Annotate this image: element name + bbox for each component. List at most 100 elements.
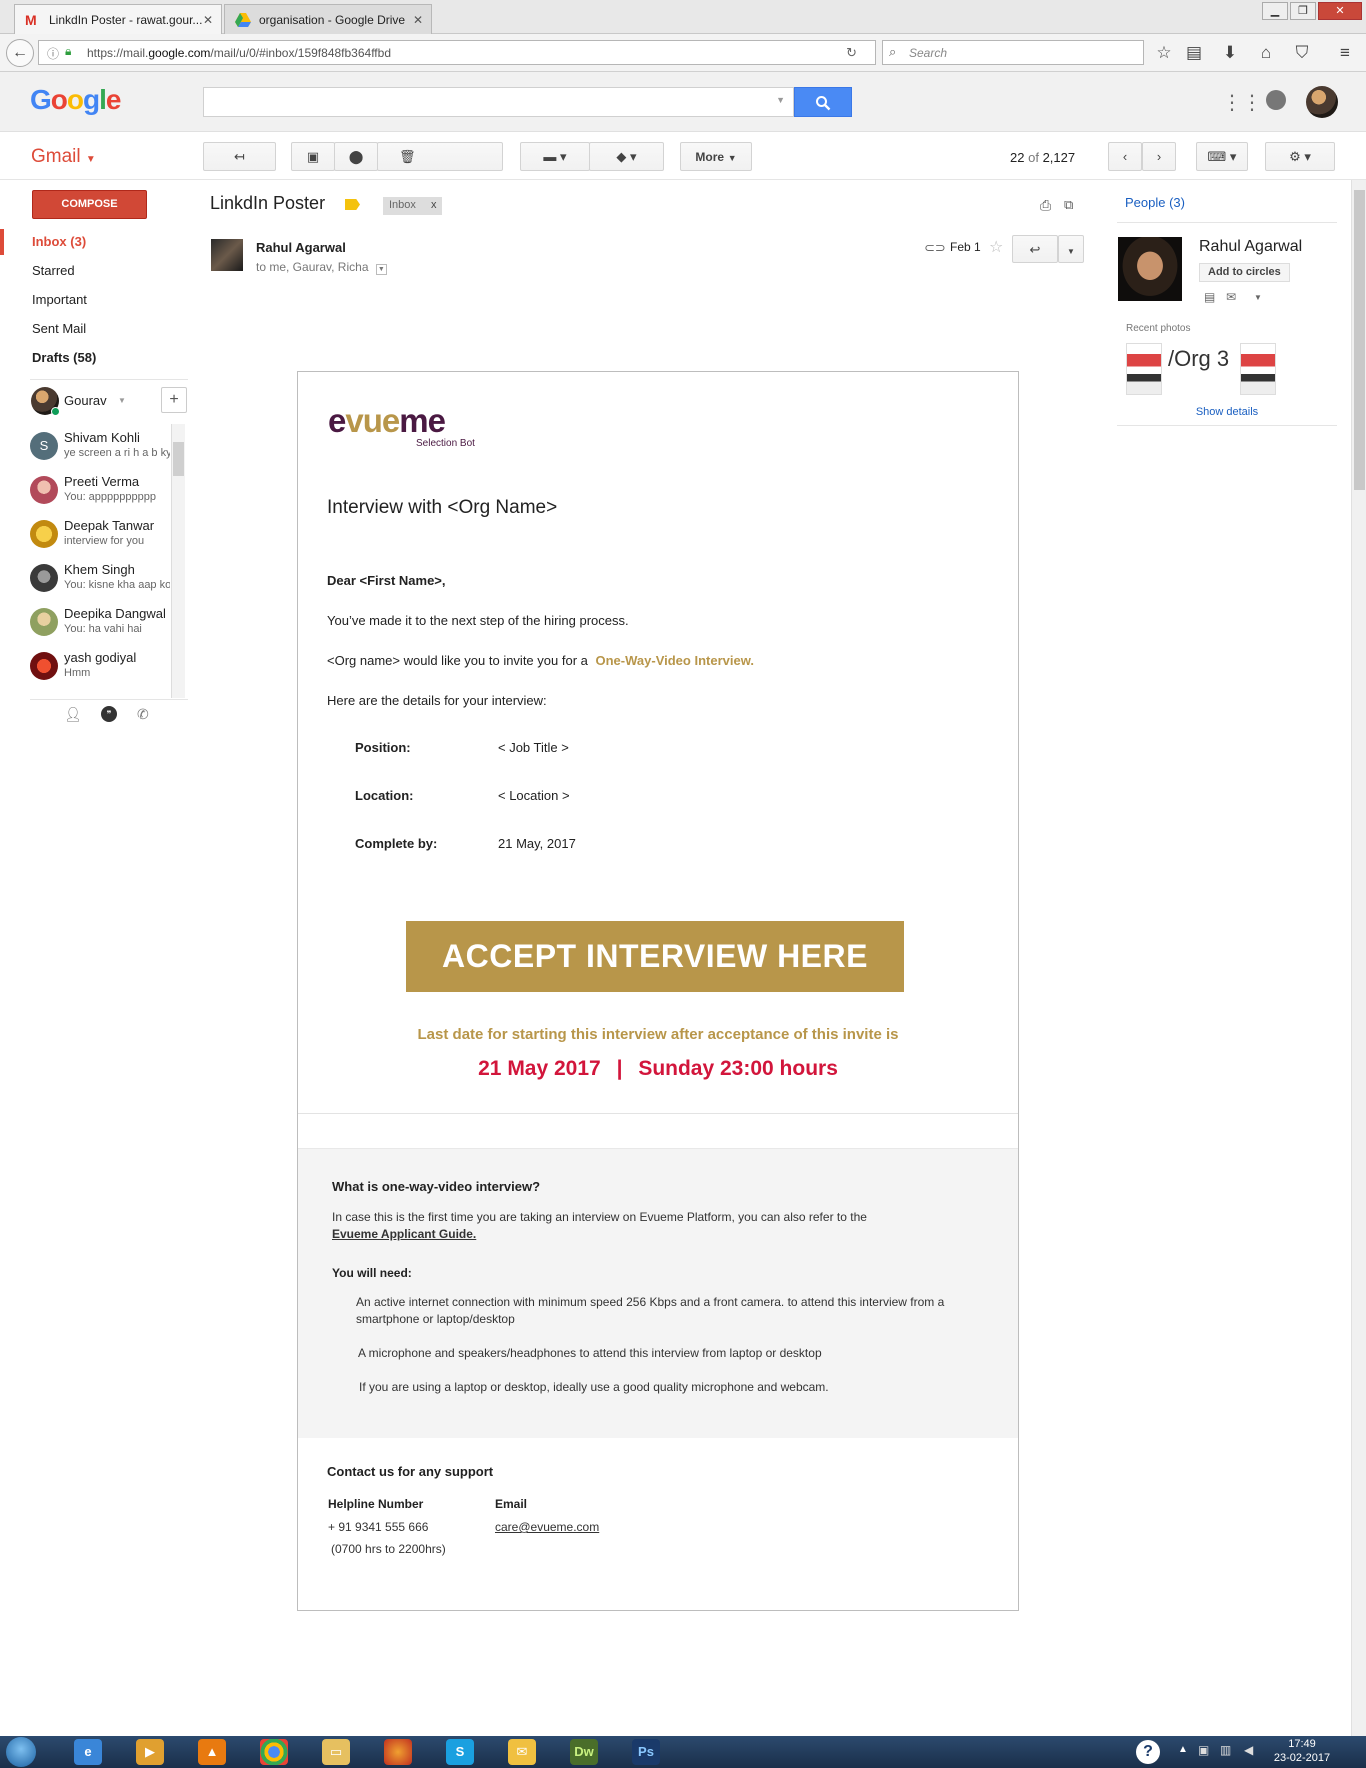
star-icon[interactable]: ☆	[989, 237, 1003, 257]
volume-icon[interactable]: ◀	[1244, 1743, 1253, 1757]
sender-avatar[interactable]	[211, 239, 243, 271]
contact-photo[interactable]	[1118, 237, 1182, 301]
recent-photo[interactable]	[1126, 343, 1162, 395]
newer-button[interactable]: ‹	[1108, 142, 1142, 171]
firefox-icon[interactable]	[384, 1739, 412, 1765]
pocket-icon[interactable]: ⛉	[1291, 43, 1313, 63]
nav-sent-mail[interactable]: Sent Mail	[32, 321, 86, 336]
phone-icon[interactable]: ✆	[137, 706, 149, 723]
tray-icon[interactable]: ▣	[1198, 1743, 1209, 1757]
photoshop-icon[interactable]: Ps	[632, 1739, 660, 1765]
downloads-icon[interactable]: ⬇	[1219, 43, 1241, 63]
print-icon[interactable]: ⎙	[1040, 197, 1051, 214]
remove-label-icon[interactable]: x	[431, 199, 437, 211]
nav-inbox[interactable]: Inbox (3)	[32, 234, 86, 249]
people-header[interactable]: People (3)	[1125, 195, 1185, 210]
google-logo[interactable]: Google	[30, 84, 121, 116]
menu-icon[interactable]: ≡	[1334, 43, 1356, 63]
add-to-circles-button[interactable]: Add to circles	[1199, 263, 1290, 282]
vlc-icon[interactable]: ▲	[198, 1739, 226, 1765]
info-icon[interactable]: ⓘ	[47, 45, 59, 62]
reload-icon[interactable]: ↻	[846, 45, 857, 61]
tab-drive[interactable]: organisation - Google Drive ✕	[224, 4, 432, 34]
scroll-thumb[interactable]	[173, 442, 184, 476]
network-icon[interactable]: ▥	[1220, 1743, 1231, 1757]
help-icon[interactable]: ?	[1136, 1740, 1160, 1764]
nav-important[interactable]: Important	[32, 292, 87, 307]
tab-gmail[interactable]: M LinkdIn Poster - rawat.gour... ✕	[14, 4, 222, 34]
apps-grid-icon[interactable]: ⋮⋮	[1222, 90, 1262, 115]
recent-photo[interactable]	[1240, 343, 1276, 395]
notifications-icon[interactable]	[1266, 90, 1286, 110]
reading-list-icon[interactable]: ▤	[1183, 43, 1205, 63]
compose-button[interactable]: COMPOSE	[32, 190, 147, 219]
start-button[interactable]	[6, 1737, 36, 1767]
input-tools-button[interactable]: ⌨ ▾	[1196, 142, 1248, 171]
close-window-icon[interactable]: ✕	[1318, 2, 1362, 20]
minimize-icon[interactable]: ▁	[1262, 2, 1288, 20]
show-hidden-icons-icon[interactable]: ▲	[1178, 1744, 1188, 1755]
list-item[interactable]: Preeti Verma You: apppppppppp	[30, 472, 170, 512]
close-tab-icon[interactable]: ✕	[203, 13, 213, 27]
url-bar[interactable]: ⓘ 🔒︎ https://mail.google.com/mail/u/0/#i…	[38, 40, 876, 65]
hangouts-icon[interactable]: ❞	[101, 706, 117, 722]
delete-button[interactable]: 🗑︎	[377, 142, 503, 171]
page-scrollbar[interactable]	[1351, 180, 1366, 1736]
email-icon[interactable]: ✉	[1226, 290, 1236, 304]
bookmark-star-icon[interactable]: ☆	[1153, 43, 1175, 63]
back-arrow-icon[interactable]: ←	[6, 39, 34, 67]
nav-starred[interactable]: Starred	[32, 263, 75, 278]
reply-button[interactable]: ↩	[1012, 235, 1058, 263]
people-contact-name[interactable]: Rahul Agarwal	[1199, 238, 1302, 256]
list-item[interactable]: Deepak Tanwar interview for you	[30, 516, 170, 556]
chevron-down-icon[interactable]: ▼	[118, 396, 126, 405]
applicant-guide-link[interactable]: Evueme Applicant Guide.	[332, 1227, 476, 1241]
archive-button[interactable]: ▣	[291, 142, 335, 171]
evueme-logo[interactable]: evueme Selection Bot evueme	[328, 402, 475, 449]
mail-search-input[interactable]: ▼	[203, 87, 794, 117]
gmail-menu[interactable]: Gmail ▼	[31, 146, 96, 168]
dreamweaver-icon[interactable]: Dw	[570, 1739, 598, 1765]
nav-drafts[interactable]: Drafts (58)	[32, 350, 96, 365]
accept-interview-button[interactable]: ACCEPT INTERVIEW HERE	[406, 921, 904, 992]
show-details-link[interactable]: Show details	[1117, 406, 1337, 418]
chrome-icon[interactable]	[260, 1739, 288, 1765]
chat-icon[interactable]: ▤	[1204, 290, 1215, 304]
scroll-thumb[interactable]	[1354, 190, 1365, 490]
skype-icon[interactable]: S	[446, 1739, 474, 1765]
support-email-link[interactable]: care@evueme.com	[495, 1520, 599, 1534]
media-player-icon[interactable]: ▶	[136, 1739, 164, 1765]
hangouts-me-name[interactable]: Gourav	[64, 393, 107, 408]
recent-photo-caption[interactable]: /Org 3	[1168, 346, 1229, 372]
search-button[interactable]	[794, 87, 852, 117]
list-item[interactable]: yash godiyal Hmm	[30, 648, 170, 688]
list-item[interactable]: Khem Singh You: kisne kha aap ko	[30, 560, 170, 600]
labels-button[interactable]: ◆ ▾	[589, 142, 664, 171]
show-details-icon[interactable]: ▼	[375, 264, 387, 275]
close-tab-icon[interactable]: ✕	[413, 13, 423, 27]
hangouts-scrollbar[interactable]	[171, 424, 185, 698]
search-options-icon[interactable]: ▼	[776, 95, 785, 105]
new-conversation-button[interactable]: +	[161, 387, 187, 413]
contacts-icon[interactable]: 👤︎	[64, 706, 82, 723]
new-window-icon[interactable]: ⧉	[1064, 197, 1073, 213]
settings-button[interactable]: ⚙ ▾	[1265, 142, 1335, 171]
more-actions-button[interactable]: ▼	[1058, 235, 1084, 263]
back-to-inbox-button[interactable]: ↤	[203, 142, 276, 171]
report-spam-button[interactable]: ⬤	[334, 142, 378, 171]
list-item[interactable]: Deepika Dangwal You: ha vahi hai	[30, 604, 170, 644]
chevron-down-icon[interactable]: ▼	[1254, 293, 1262, 302]
important-marker-icon[interactable]	[345, 199, 360, 210]
list-item[interactable]: S Shivam Kohli ye screen a ri h a b ky	[30, 428, 170, 468]
one-way-video-link[interactable]: One-Way-Video Interview.	[596, 653, 754, 668]
ie-icon[interactable]: e	[74, 1739, 102, 1765]
sender-name[interactable]: Rahul Agarwal	[256, 240, 346, 255]
explorer-icon[interactable]: ▭	[322, 1739, 350, 1765]
more-button[interactable]: More ▼	[680, 142, 752, 171]
app-icon[interactable]: ✉	[508, 1739, 536, 1765]
account-avatar[interactable]	[1306, 86, 1338, 118]
browser-search-input[interactable]: ⌕ Search	[882, 40, 1144, 65]
move-to-button[interactable]: ▬ ▾	[520, 142, 590, 171]
older-button[interactable]: ›	[1142, 142, 1176, 171]
home-icon[interactable]: ⌂	[1255, 43, 1277, 63]
